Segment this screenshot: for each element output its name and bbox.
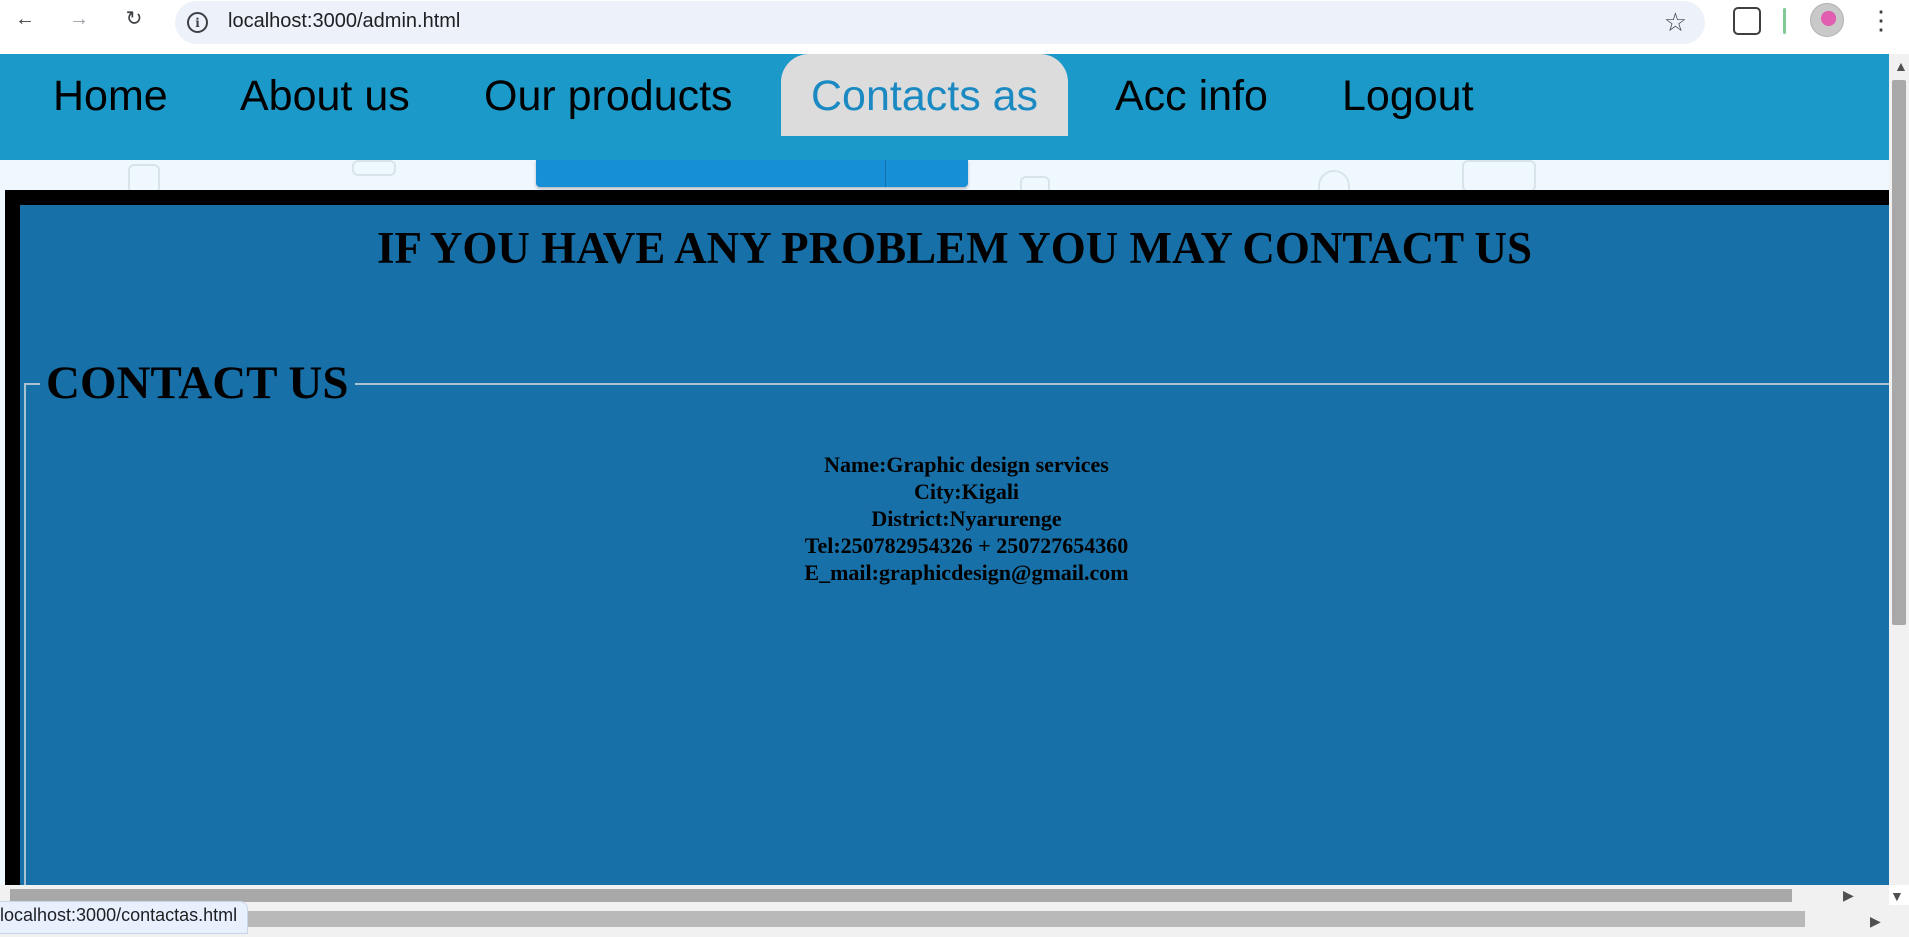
- scroll-down-arrow-icon[interactable]: ▼: [1890, 888, 1904, 904]
- address-url[interactable]: localhost:3000/admin.html: [228, 10, 460, 33]
- nav-home[interactable]: Home: [53, 72, 168, 121]
- menu-kebab-icon[interactable]: ⋮: [1868, 5, 1894, 35]
- browser-toolbar: ← → ↻ i localhost:3000/admin.html ☆ ⋮: [0, 0, 1909, 44]
- contact-email: E_mail:graphicdesign@gmail.com: [804, 560, 1129, 585]
- nav-acc-info[interactable]: Acc info: [1115, 72, 1268, 121]
- site-info-icon[interactable]: i: [187, 12, 208, 33]
- nav-our-products[interactable]: Our products: [484, 72, 733, 121]
- address-bar[interactable]: i localhost:3000/admin.html ☆: [175, 1, 1705, 44]
- vertical-scrollbar[interactable]: ▲: [1889, 54, 1909, 885]
- nav-about-us[interactable]: About us: [240, 72, 410, 121]
- contact-name: Name:Graphic design services: [824, 452, 1109, 477]
- contact-details: Name:Graphic design services City:Kigali…: [0, 451, 1909, 586]
- page-headline: IF YOU HAVE ANY PROBLEM YOU MAY CONTACT …: [376, 223, 1533, 273]
- outer-scroll-right-arrow-icon[interactable]: ▶: [1870, 913, 1881, 930]
- contact-tel: Tel:250782954326 + 250727654360: [804, 533, 1129, 558]
- fieldset-legend: CONTACT US: [40, 356, 355, 410]
- forward-arrow-icon[interactable]: →: [64, 4, 94, 34]
- link-status-bubble: localhost:3000/contactas.html: [0, 901, 249, 934]
- toolbar-divider: [1783, 8, 1786, 34]
- background-decoration: [352, 160, 396, 176]
- nav-logout[interactable]: Logout: [1342, 72, 1474, 121]
- contact-city: City:Kigali: [913, 479, 1020, 504]
- horizontal-scroll-thumb[interactable]: [10, 889, 1792, 902]
- bookmark-star-icon[interactable]: ☆: [1664, 7, 1687, 38]
- extensions-icon[interactable]: [1733, 7, 1761, 35]
- background-decoration: [1462, 160, 1536, 192]
- outer-horizontal-scrollbar[interactable]: ▶: [0, 905, 1909, 937]
- hidden-blue-button[interactable]: [536, 159, 968, 187]
- contact-district: District:Nyarurenge: [871, 506, 1062, 531]
- reload-icon[interactable]: ↻: [119, 4, 149, 34]
- nav-contacts-as[interactable]: Contacts as: [781, 54, 1069, 136]
- scroll-up-arrow-icon[interactable]: ▲: [1894, 58, 1908, 74]
- scroll-right-arrow-icon[interactable]: ▶: [1843, 887, 1854, 904]
- back-arrow-icon[interactable]: ←: [10, 4, 40, 34]
- horizontal-scrollbar[interactable]: ▶: [0, 885, 1889, 905]
- vertical-scroll-thumb[interactable]: [1892, 80, 1906, 625]
- profile-avatar[interactable]: [1810, 3, 1844, 37]
- outer-horizontal-scroll-thumb[interactable]: [240, 911, 1805, 927]
- main-navbar: Home About us Our products Contacts as A…: [0, 54, 1889, 160]
